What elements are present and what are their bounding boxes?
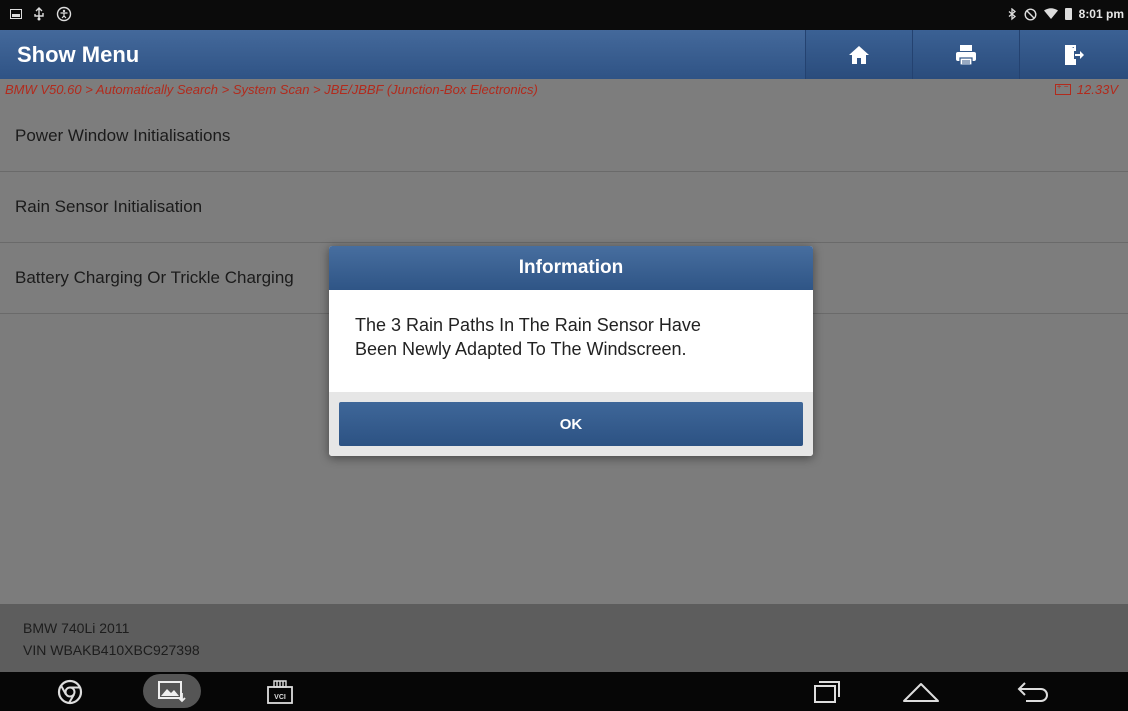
wifi-icon: [1043, 8, 1058, 19]
car-battery-icon: [1054, 82, 1071, 95]
screen: 8:01 pm Show Menu BMW V50.60 > Automatic…: [0, 0, 1128, 711]
dialog-title: Information: [329, 246, 813, 290]
print-icon: [956, 44, 976, 66]
home-nav-button[interactable]: [896, 672, 946, 711]
status-time: 8:01 pm: [1078, 7, 1124, 21]
vehicle-model: BMW 740Li 2011: [23, 620, 130, 636]
home-button[interactable]: [805, 30, 912, 79]
accessibility-icon: [56, 6, 72, 22]
screenshot-notification-icon: [10, 9, 22, 19]
do-not-disturb-icon: [1024, 7, 1037, 21]
back-button[interactable]: [1008, 672, 1058, 711]
menu-item-label: Power Window Initialisations: [15, 126, 231, 145]
exit-button[interactable]: [1019, 30, 1128, 79]
bluetooth-icon: [1008, 7, 1016, 20]
vehicle-info-footer: BMW 740Li 2011 VIN WBAKB410XBC927398: [0, 604, 1128, 672]
dialog-message: The 3 Rain Paths In The Rain Sensor Have…: [355, 313, 795, 361]
recent-apps-button[interactable]: [802, 672, 852, 711]
information-dialog: Information The 3 Rain Paths In The Rain…: [329, 246, 813, 456]
gallery-icon: [158, 681, 186, 703]
print-button[interactable]: [912, 30, 1019, 79]
recent-apps-icon: [814, 680, 840, 703]
vci-icon: VCI: [267, 679, 293, 704]
exit-icon: [1065, 44, 1084, 65]
chrome-icon: [57, 679, 83, 704]
back-icon: [1017, 681, 1048, 702]
breadcrumb: BMW V50.60 > Automatically Search > Syst…: [0, 79, 1128, 101]
vci-label: VCI: [274, 694, 286, 701]
dialog-message-line: The 3 Rain Paths In The Rain Sensor Have: [355, 315, 701, 335]
page-title: Show Menu: [17, 42, 140, 67]
android-nav-bar: VCI: [0, 672, 1128, 711]
breadcrumb-path: BMW V50.60 > Automatically Search > Syst…: [5, 82, 538, 97]
home-nav-icon: [903, 682, 939, 702]
voltage-value: 12.33V: [1076, 82, 1118, 97]
menu-item-power-window[interactable]: Power Window Initialisations: [0, 101, 1128, 172]
ok-button[interactable]: OK: [339, 402, 803, 446]
menu-item-label: Battery Charging Or Trickle Charging: [15, 268, 294, 287]
battery-icon: [1064, 8, 1072, 20]
dialog-footer: OK: [329, 392, 813, 456]
usb-icon: [34, 7, 44, 21]
gallery-button[interactable]: [143, 674, 201, 708]
chrome-button[interactable]: [52, 672, 88, 711]
menu-item-rain-sensor[interactable]: Rain Sensor Initialisation: [0, 172, 1128, 243]
vehicle-vin: VIN WBAKB410XBC927398: [23, 642, 200, 658]
vci-button[interactable]: VCI: [262, 672, 298, 711]
title-bar: Show Menu: [0, 30, 1128, 79]
dialog-message-line: Been Newly Adapted To The Windscreen.: [355, 339, 687, 359]
voltage-indicator: 12.33V: [1054, 82, 1118, 97]
menu-item-label: Rain Sensor Initialisation: [15, 197, 203, 216]
home-icon: [849, 45, 869, 64]
status-bar: 8:01 pm: [0, 0, 1128, 30]
